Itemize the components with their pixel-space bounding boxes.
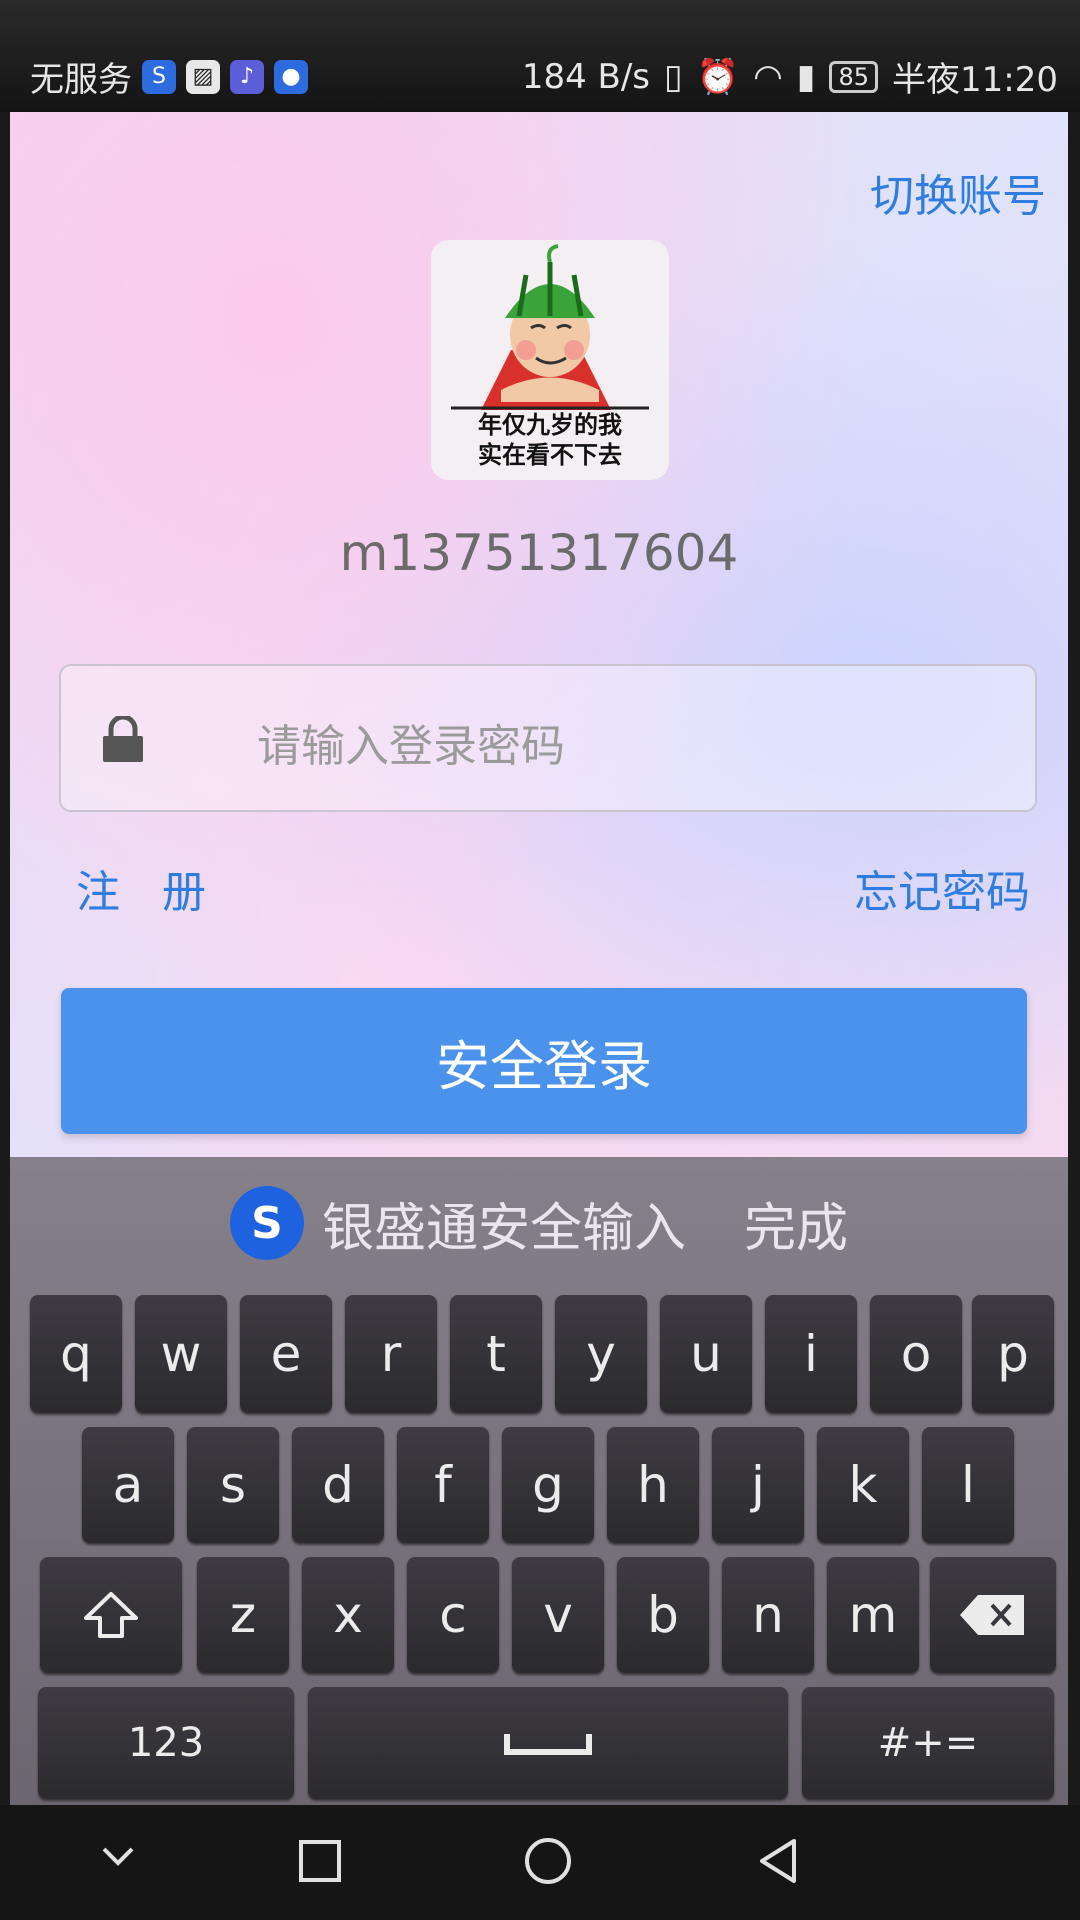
key-d[interactable]: d: [292, 1427, 384, 1543]
yinshengtong-logo-icon: S: [229, 1186, 304, 1260]
status-bar: 无服务 S ▨ ♪ ● 184 B/s ▯ ⏰ ◠ ▮ 85 半夜11:20: [0, 0, 1080, 112]
key-o[interactable]: o: [870, 1295, 962, 1413]
key-v[interactable]: v: [512, 1557, 604, 1673]
secure-login-button[interactable]: 安全登录: [61, 988, 1027, 1134]
status-bar-right: 184 B/s ▯ ⏰ ◠ ▮ 85 半夜11:20: [522, 52, 1058, 101]
key-k[interactable]: k: [817, 1427, 909, 1543]
key-g[interactable]: g: [502, 1427, 594, 1543]
login-screen: 切换账号 年仅九岁的我 实在看不下去 m13751317604 请输入登录密码 …: [10, 112, 1068, 1157]
key-p[interactable]: p: [972, 1295, 1054, 1413]
key-i[interactable]: i: [765, 1295, 857, 1413]
back-icon[interactable]: [756, 1837, 800, 1885]
key-x[interactable]: x: [302, 1557, 394, 1673]
keyboard-header: S 银盛通安全输入 完成: [10, 1157, 1068, 1289]
key-n[interactable]: n: [722, 1557, 814, 1673]
key-s[interactable]: s: [187, 1427, 279, 1543]
wifi-icon: ◠: [753, 56, 783, 97]
username-text: m13751317604: [339, 524, 739, 582]
shield-notification-icon: ●: [274, 59, 308, 94]
carrier-text: 无服务: [30, 60, 132, 100]
lock-icon: [103, 716, 143, 762]
key-j[interactable]: j: [712, 1427, 804, 1543]
music-notification-icon: ♪: [230, 59, 264, 94]
forgot-password-link[interactable]: 忘记密码: [854, 856, 1030, 920]
keyboard-title: 银盛通安全输入: [321, 1198, 686, 1259]
key-r[interactable]: r: [345, 1295, 437, 1413]
app-notification-icon: S: [142, 59, 176, 94]
navigation-bar: [0, 1805, 1080, 1920]
avatar-caption: 年仅九岁的我 实在看不下去: [431, 410, 669, 470]
space-icon: [504, 1734, 592, 1755]
shift-key[interactable]: [40, 1557, 182, 1673]
key-l[interactable]: l: [922, 1427, 1014, 1543]
secure-keyboard: S 银盛通安全输入 完成 q w e r t y u i o p a s d f…: [10, 1157, 1068, 1805]
avatar: 年仅九岁的我 实在看不下去: [431, 240, 669, 480]
avatar-illustration: [451, 244, 649, 410]
image-notification-icon: ▨: [186, 59, 220, 94]
backspace-key[interactable]: [930, 1557, 1056, 1673]
battery-icon: 85: [829, 60, 879, 93]
key-t[interactable]: t: [450, 1295, 542, 1413]
key-f[interactable]: f: [397, 1427, 489, 1543]
key-b[interactable]: b: [617, 1557, 709, 1673]
key-z[interactable]: z: [197, 1557, 289, 1673]
key-w[interactable]: w: [135, 1295, 227, 1413]
key-y[interactable]: y: [555, 1295, 647, 1413]
avatar-caption-line2: 实在看不下去: [478, 441, 622, 469]
backspace-icon: [960, 1595, 1024, 1635]
recent-apps-icon[interactable]: [298, 1839, 342, 1883]
home-icon[interactable]: [524, 1837, 572, 1885]
key-h[interactable]: h: [607, 1427, 699, 1543]
key-c[interactable]: c: [407, 1557, 499, 1673]
vibrate-icon: ▯: [664, 56, 683, 97]
sim-icon: ▮: [796, 56, 816, 97]
alarm-icon: ⏰: [696, 56, 740, 97]
key-m[interactable]: m: [827, 1557, 919, 1673]
key-u[interactable]: u: [660, 1295, 752, 1413]
net-speed: 184 B/s: [521, 56, 651, 97]
key-q[interactable]: q: [30, 1295, 122, 1413]
avatar-caption-line1: 年仅九岁的我: [478, 411, 622, 439]
status-bar-left: 无服务 S ▨ ♪ ●: [30, 52, 308, 101]
password-field[interactable]: 请输入登录密码: [59, 664, 1037, 812]
switch-account-link[interactable]: 切换账号: [870, 160, 1046, 224]
chevron-down-icon[interactable]: [100, 1845, 136, 1869]
clock: 半夜11:20: [892, 60, 1058, 100]
password-placeholder: 请输入登录密码: [257, 721, 565, 772]
shift-icon: [84, 1592, 138, 1638]
numbers-key[interactable]: 123: [38, 1687, 294, 1799]
symbols-key[interactable]: #+=: [802, 1687, 1054, 1799]
keyboard-done-button[interactable]: 完成: [744, 1186, 848, 1261]
space-key[interactable]: [308, 1687, 788, 1799]
key-e[interactable]: e: [240, 1295, 332, 1413]
key-a[interactable]: a: [82, 1427, 174, 1543]
register-link[interactable]: 注 册: [76, 856, 220, 920]
